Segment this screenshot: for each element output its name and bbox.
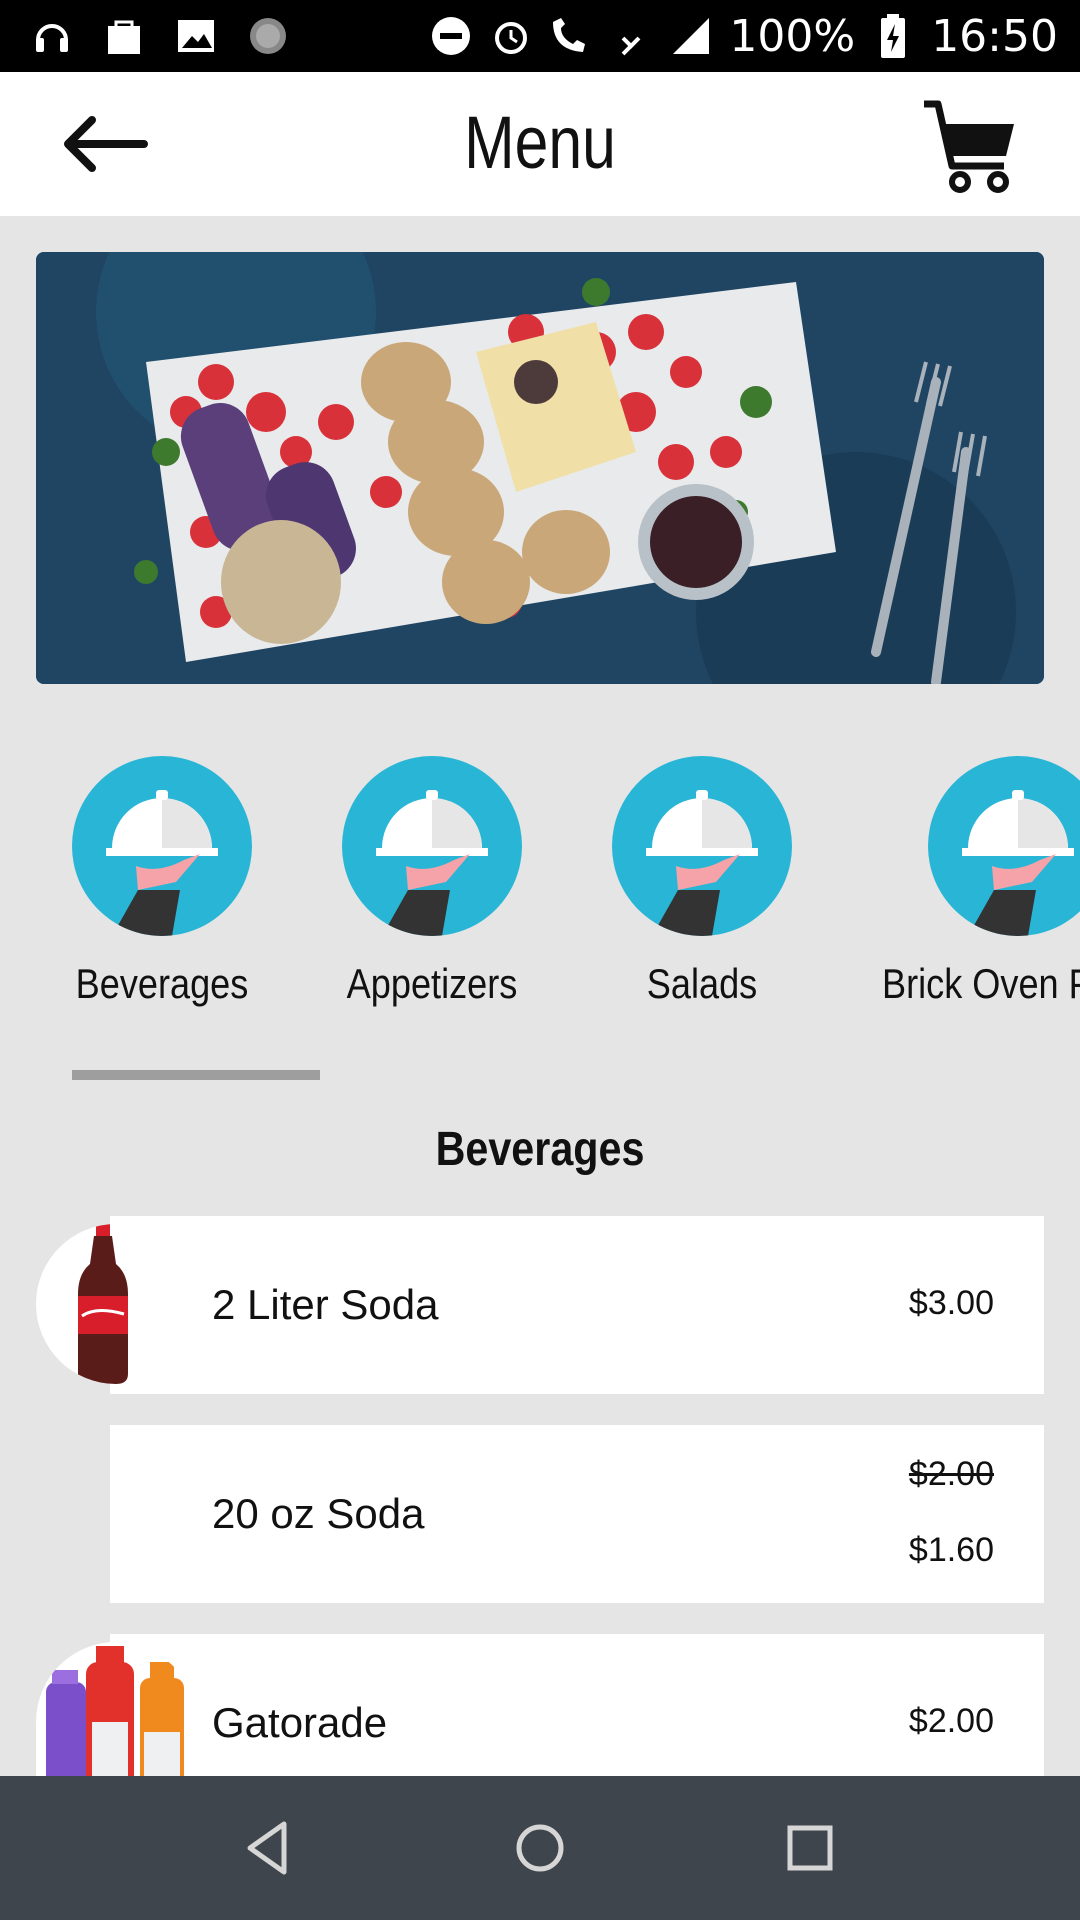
- item-price: $2.00: [908, 1702, 994, 1740]
- carousel-scroll-indicator: [72, 1070, 320, 1080]
- circle-home-icon: [516, 1824, 564, 1872]
- nav-recents-button[interactable]: [778, 1816, 842, 1880]
- cloche-icon: [342, 756, 522, 936]
- item-price: $1.60: [908, 1531, 994, 1569]
- app-toolbar: Menu: [0, 72, 1080, 216]
- spinner-icon: [246, 14, 290, 58]
- item-name: Gatorade: [212, 1699, 388, 1746]
- item-name: 20 oz Soda: [212, 1490, 425, 1537]
- shopping-bag-icon: [102, 14, 146, 58]
- notification-icons: [30, 14, 290, 58]
- category-appetizers[interactable]: Appetizers: [302, 756, 562, 1008]
- battery-icon: [871, 14, 915, 58]
- item-old-price: $2.00: [908, 1455, 994, 1493]
- category-carousel[interactable]: Beverages Appetizers Salads Brick Oven P: [0, 756, 1080, 1016]
- category-label: Appetizers: [346, 960, 518, 1007]
- hero-banner-image: [36, 252, 1044, 684]
- cloche-icon: [72, 756, 252, 936]
- square-recents-icon: [787, 1825, 833, 1871]
- page-title: Menu: [464, 101, 616, 184]
- cloche-icon: [928, 756, 1080, 936]
- status-bar: 100% 16:50: [0, 0, 1080, 72]
- cart-icon: [924, 100, 1014, 193]
- nav-home-button[interactable]: [508, 1816, 572, 1880]
- lte-data-icon: [609, 14, 653, 58]
- section-title: Beverages: [435, 1123, 645, 1176]
- menu-item-20-oz-soda[interactable]: 20 oz Soda $2.00 $1.60: [110, 1425, 1044, 1603]
- category-salads[interactable]: Salads: [572, 756, 832, 1008]
- category-label: Brick Oven P: [882, 960, 1080, 1007]
- food-platter-image: [36, 252, 1044, 684]
- cart-button[interactable]: [920, 96, 1020, 196]
- image-icon: [174, 14, 218, 58]
- menu-item-2-liter-soda[interactable]: 2 Liter Soda $3.00: [110, 1216, 1044, 1394]
- headset-icon: [30, 14, 74, 58]
- alarm-icon: [489, 14, 533, 58]
- signal-icon: [669, 14, 713, 58]
- item-name: 2 Liter Soda: [212, 1281, 439, 1328]
- triangle-back-icon: [247, 1821, 287, 1875]
- menu-item-gatorade[interactable]: Gatorade $2.00: [110, 1634, 1044, 1776]
- item-price: $3.00: [908, 1284, 994, 1322]
- soda-bottle-image: [36, 1224, 196, 1384]
- nav-back-button[interactable]: [238, 1816, 302, 1880]
- category-brick-oven[interactable]: Brick Oven P: [882, 756, 1080, 1008]
- cloche-icon: [612, 756, 792, 936]
- system-navigation-bar: [0, 1776, 1080, 1920]
- category-beverages[interactable]: Beverages: [32, 756, 292, 1008]
- category-label: Beverages: [75, 960, 249, 1007]
- clock: 16:50: [931, 10, 1058, 62]
- do-not-disturb-icon: [429, 14, 473, 58]
- battery-text: 100%: [729, 10, 856, 62]
- lte-call-icon: [549, 14, 593, 58]
- category-label: Salads: [646, 960, 758, 1007]
- system-status: 100% 16:50: [429, 0, 1058, 72]
